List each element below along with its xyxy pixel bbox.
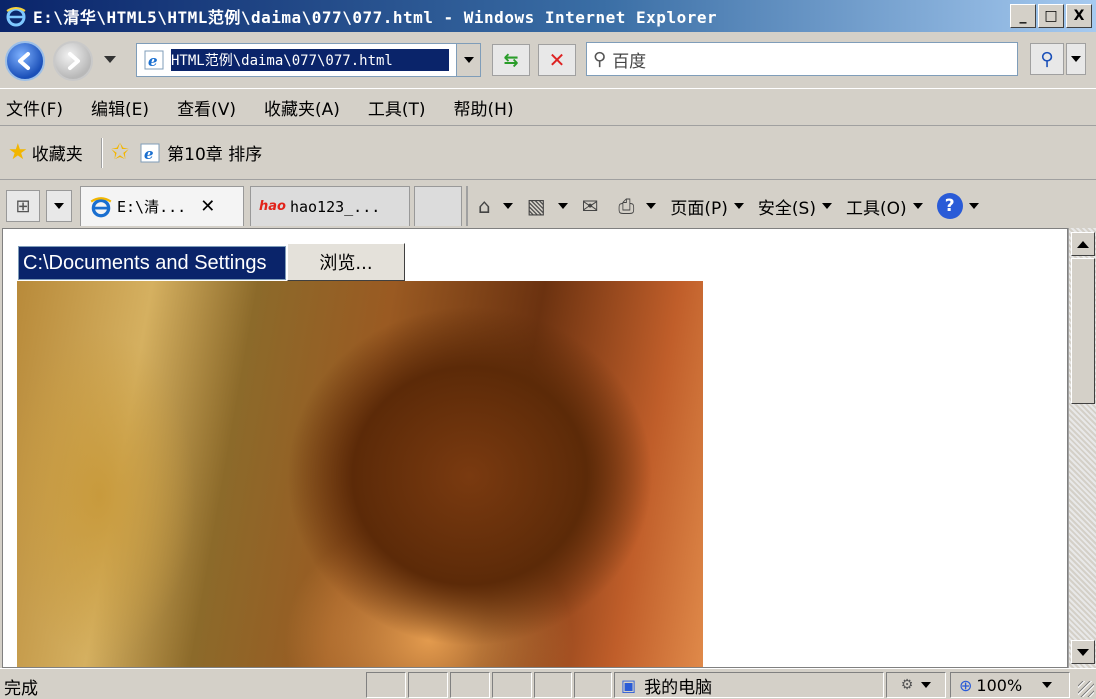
print-icon: ⎙ — [618, 194, 635, 218]
ie-logo-icon — [90, 196, 112, 217]
mail-icon: ✉ — [581, 194, 599, 218]
safety-menu[interactable]: 安全(S) — [758, 194, 832, 219]
status-panel — [534, 672, 572, 698]
favorites-bar: ★ 收藏夹 ✩ e 第10章 排序 — [0, 126, 1096, 180]
status-panel — [408, 672, 448, 698]
menu-favorites[interactable]: 收藏夹(A) — [264, 95, 340, 120]
status-text: 完成 — [4, 679, 38, 699]
recent-pages-dropdown[interactable] — [104, 56, 116, 63]
status-panel — [366, 672, 406, 698]
scroll-up-button[interactable] — [1071, 232, 1095, 256]
menu-edit[interactable]: 编辑(E) — [91, 95, 149, 120]
hao123-logo-icon: hao — [259, 199, 286, 214]
tab-row: ⊞ E:\清... ✕ hao hao123_... ⌂ ▧ ✉ ⎙ 页面(P)… — [0, 180, 1096, 228]
status-bar: 完成 ▣ 我的电脑 ⚙ ⊕ 100% — [0, 668, 1096, 699]
separator — [100, 137, 103, 168]
menu-view[interactable]: 查看(V) — [177, 95, 236, 120]
tab-label: E:\清... — [117, 198, 187, 216]
window-title: E:\清华\HTML5\HTML范例\daima\077\077.html - … — [33, 8, 718, 27]
star-icon: ★ — [8, 140, 28, 165]
command-bar: ⌂ ▧ ✉ ⎙ 页面(P) 安全(S) 工具(O) ? — [466, 186, 993, 226]
file-path-input[interactable]: C:\Documents and Settings — [18, 246, 286, 280]
add-favorite-icon[interactable]: ✩ — [111, 140, 129, 165]
search-placeholder: 百度 — [612, 51, 647, 72]
feeds-icon: ▧ — [526, 194, 546, 218]
svg-text:e: e — [144, 145, 154, 163]
search-icon: ⚲ — [593, 48, 607, 70]
close-button[interactable]: X — [1066, 4, 1092, 28]
zone-label: 我的电脑 — [644, 677, 713, 698]
magnifier-icon: ⚲ — [1040, 48, 1054, 70]
status-panel — [574, 672, 612, 698]
favorites-button[interactable]: 收藏夹 — [32, 140, 83, 165]
scroll-down-button[interactable] — [1071, 640, 1095, 664]
quick-tabs-button[interactable]: ⊞ — [6, 190, 40, 222]
quick-tabs-icon: ⊞ — [15, 195, 31, 217]
page-menu-label: 页面(P) — [670, 198, 728, 219]
tab-close-icon[interactable]: ✕ — [200, 196, 215, 217]
address-field[interactable]: e HTML范例\daima\077\077.html — [136, 43, 481, 77]
status-panel — [492, 672, 532, 698]
address-toolbar: e HTML范例\daima\077\077.html ⇆ ✕ ⚲ 百度 ⚲ — [0, 32, 1096, 88]
mail-button[interactable]: ✉ — [582, 194, 605, 218]
stop-button[interactable]: ✕ — [538, 44, 576, 76]
security-zone[interactable]: ▣ 我的电脑 — [614, 672, 884, 698]
minimize-button[interactable]: _ — [1010, 4, 1036, 28]
browse-button[interactable]: 浏览... — [287, 243, 405, 281]
ie-page-icon: e — [144, 50, 164, 70]
url-text[interactable]: HTML范例\daima\077\077.html — [171, 49, 449, 71]
new-tab-button[interactable] — [414, 186, 462, 226]
computer-icon: ▣ — [621, 675, 637, 695]
address-dropdown-button[interactable] — [456, 44, 480, 76]
zoom-level: 100% — [976, 675, 1023, 695]
preview-image — [17, 281, 703, 667]
print-button[interactable]: ⎙ — [618, 194, 657, 218]
favorite-link-label: 第10章 排序 — [167, 145, 263, 165]
svg-text:e: e — [148, 52, 158, 70]
page-content: C:\Documents and Settings 浏览... — [2, 228, 1068, 668]
zoom-icon: ⊕ — [959, 675, 973, 695]
lock-icon: ⚙ — [900, 677, 914, 693]
tab-list-button[interactable] — [46, 190, 72, 222]
tools-menu[interactable]: 工具(O) — [846, 194, 923, 219]
status-panel — [450, 672, 490, 698]
search-button[interactable]: ⚲ — [1030, 43, 1064, 75]
forward-icon — [68, 52, 80, 70]
page-menu[interactable]: 页面(P) — [670, 194, 744, 219]
ie-page-icon: e — [140, 143, 160, 163]
home-icon: ⌂ — [478, 194, 491, 218]
feeds-button[interactable]: ▧ — [527, 194, 568, 218]
back-icon — [18, 52, 30, 70]
tab-hao123[interactable]: hao hao123_... — [250, 186, 410, 226]
vertical-scrollbar[interactable] — [1068, 228, 1096, 668]
refresh-button[interactable]: ⇆ — [492, 44, 530, 76]
menu-help[interactable]: 帮助(H) — [454, 95, 514, 120]
scroll-thumb[interactable] — [1071, 258, 1095, 404]
back-button[interactable] — [5, 41, 45, 81]
search-input[interactable]: ⚲ 百度 — [586, 42, 1018, 76]
menu-bar: 文件(F) 编辑(E) 查看(V) 收藏夹(A) 工具(T) 帮助(H) — [0, 88, 1096, 126]
home-button[interactable]: ⌂ — [478, 194, 513, 218]
zoom-control[interactable]: ⊕ 100% — [950, 672, 1070, 698]
help-button[interactable]: ? — [936, 193, 979, 219]
tab-label: hao123_... — [289, 197, 381, 216]
refresh-icon: ⇆ — [503, 49, 519, 71]
tools-menu-label: 工具(O) — [845, 198, 907, 219]
search-options-dropdown[interactable] — [1066, 43, 1086, 75]
tab-current[interactable]: E:\清... ✕ — [80, 186, 244, 226]
safety-menu-label: 安全(S) — [757, 198, 816, 219]
menu-tools[interactable]: 工具(T) — [368, 95, 426, 120]
maximize-button[interactable]: □ — [1038, 4, 1064, 28]
favorite-link[interactable]: e 第10章 排序 — [139, 140, 262, 165]
title-bar: E:\清华\HTML5\HTML范例\daima\077\077.html - … — [0, 0, 1096, 32]
help-icon: ? — [936, 193, 963, 219]
resize-grip[interactable] — [1078, 681, 1094, 697]
stop-icon: ✕ — [548, 48, 566, 72]
menu-file[interactable]: 文件(F) — [6, 95, 63, 120]
forward-button[interactable] — [53, 41, 93, 81]
ie-logo-icon — [6, 7, 26, 27]
protected-mode-button[interactable]: ⚙ — [886, 672, 946, 698]
